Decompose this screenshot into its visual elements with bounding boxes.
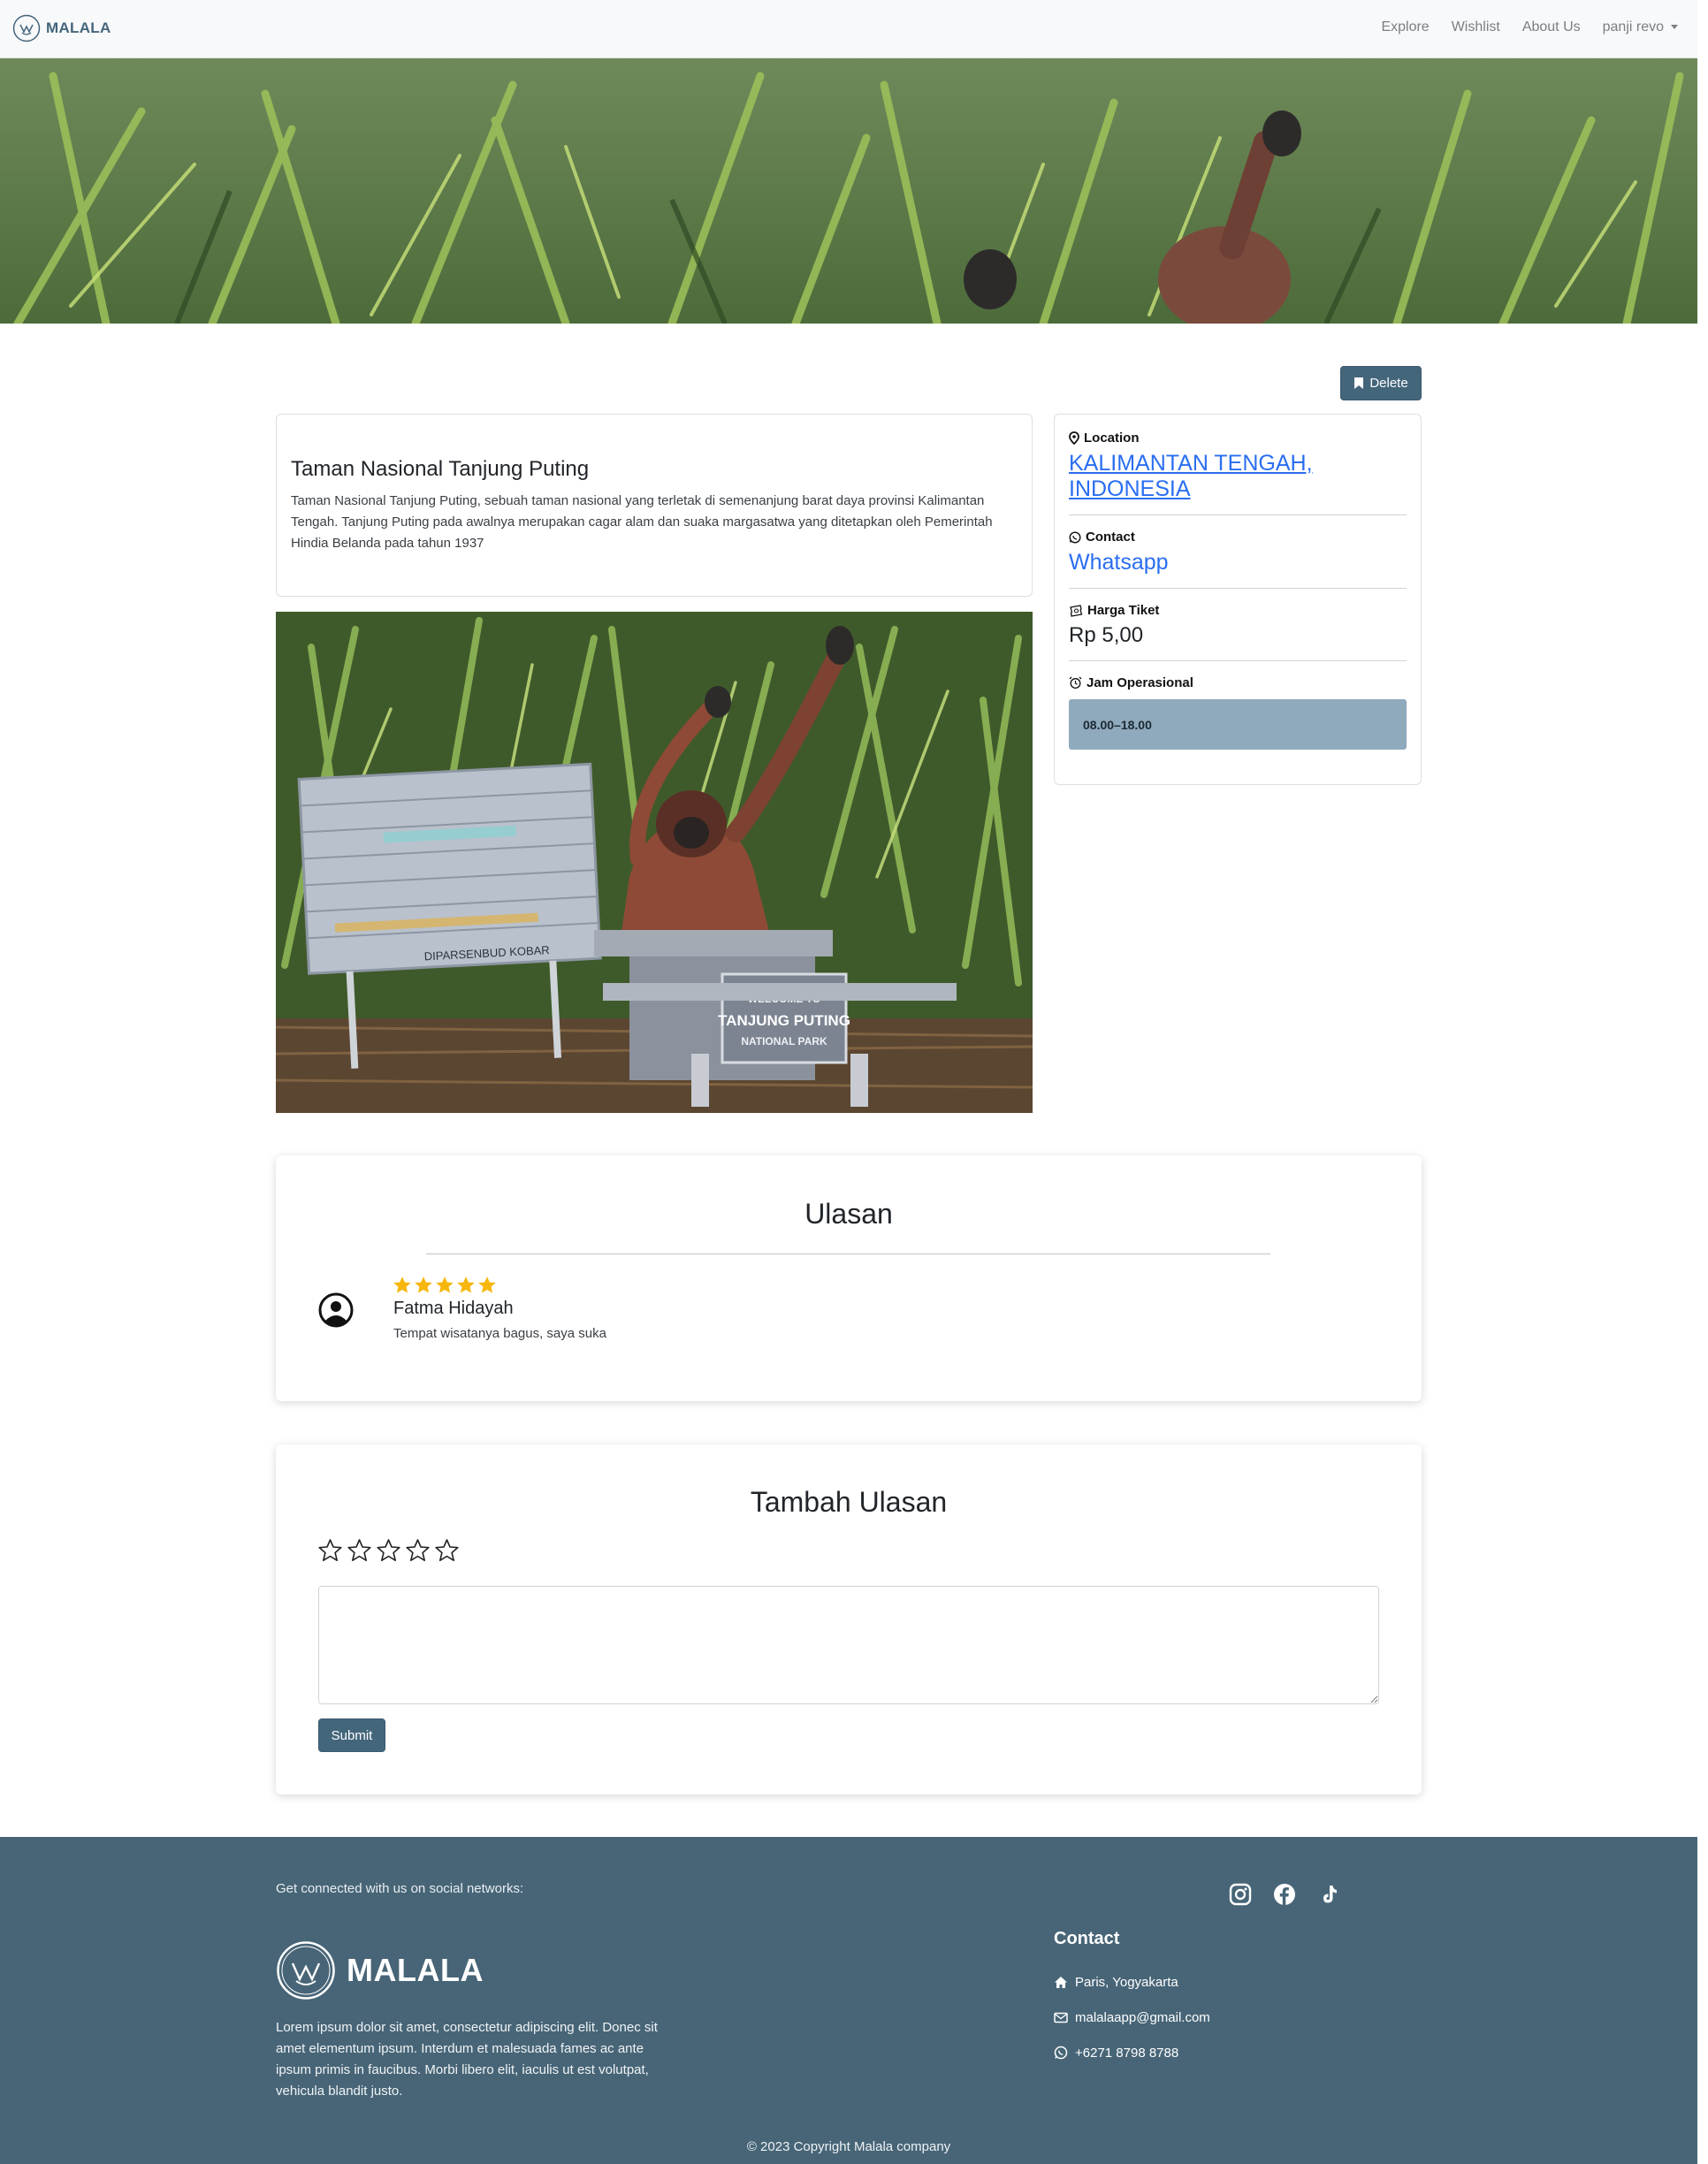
hero-banner-image [0,58,1697,324]
location-section: Location KALIMANTAN TENGAH, INDONESIA [1069,431,1407,515]
sign-line-2: TANJUNG PUTING [718,1012,850,1029]
delete-button-label: Delete [1369,376,1408,391]
nav-links: Explore Wishlist About Us panji revo [1381,19,1678,35]
user-avatar-icon [318,1292,354,1328]
star-outline-icon [347,1539,371,1561]
brand[interactable]: MALALA [12,14,111,42]
rating-star-2[interactable] [347,1538,372,1568]
delete-button[interactable]: Delete [1340,366,1422,400]
hours-value: 08.00–18.00 [1069,699,1407,750]
contact-label: Contact [1086,530,1135,545]
whatsapp-link[interactable]: Whatsapp [1069,550,1407,575]
location-link[interactable]: KALIMANTAN TENGAH, INDONESIA [1069,451,1407,502]
reviews-card: Ulasan Fatma Hidayah Tempat wisatanya ba… [276,1155,1422,1401]
rating-star-4[interactable] [405,1538,431,1568]
instagram-icon[interactable] [1229,1883,1252,1906]
tiktok-icon[interactable] [1317,1883,1340,1906]
star-filled-icon [478,1276,496,1293]
caret-down-icon [1671,25,1678,30]
bookmark-icon [1354,377,1364,389]
footer-phone[interactable]: +6271 8798 8788 [1054,2035,1210,2070]
phone-text: +6271 8798 8788 [1075,2045,1179,2061]
nav-wishlist[interactable]: Wishlist [1452,19,1500,35]
social-icons [1229,1883,1340,1906]
star-filled-icon [393,1276,411,1293]
place-description: Taman Nasional Tanjung Puting, sebuah ta… [291,493,993,551]
place-photo: DIPARSENBUD KOBAR WELCOME TO TANJUNG PUT… [276,612,1033,1113]
description-card: Taman Nasional Tanjung Puting Taman Nasi… [276,414,1033,597]
star-outline-icon [406,1539,430,1561]
reviews-divider [426,1253,1270,1254]
contact-section: Contact Whatsapp [1069,530,1407,589]
rating-star-3[interactable] [376,1538,401,1568]
user-menu-dropdown[interactable]: panji revo [1603,19,1678,35]
nav-about-us[interactable]: About Us [1522,19,1581,35]
malala-logo-icon [12,14,41,42]
copyright: © 2023 Copyright Malala company [746,2139,951,2154]
facebook-icon[interactable] [1273,1883,1296,1906]
rating-star-5[interactable] [434,1538,460,1568]
user-name: panji revo [1602,19,1664,34]
location-label: Location [1084,431,1140,446]
whatsapp-icon [1069,530,1081,544]
review-text: Tempat wisatanya bagus, saya suka [393,1326,606,1341]
review-rating [393,1276,496,1294]
footer-address: Paris, Yogyakarta [1054,1964,1210,2000]
alarm-clock-icon [1069,676,1082,689]
brand-name: MALALA [46,19,111,36]
reviewer-name: Fatma Hidayah [393,1299,514,1318]
add-review-card: Tambah Ulasan Submit [276,1444,1422,1794]
info-card: Location KALIMANTAN TENGAH, INDONESIA Co… [1054,414,1422,785]
star-filled-icon [415,1276,432,1293]
hours-label: Jam Operasional [1087,675,1193,690]
star-filled-icon [457,1276,475,1293]
footer-email[interactable]: malalaapp@gmail.com [1054,2000,1210,2035]
rating-input [317,1538,460,1568]
rating-star-1[interactable] [317,1538,343,1568]
ticket-section: Harga Tiket Rp 5,00 [1069,603,1407,661]
star-outline-icon [377,1539,400,1561]
footer-contact-title: Contact [1054,1929,1120,1948]
star-outline-icon [318,1539,342,1561]
submit-button[interactable]: Submit [318,1718,385,1752]
footer-description: Lorem ipsum dolor sit amet, consectetur … [276,2020,658,2099]
social-text: Get connected with us on social networks… [276,1881,524,1896]
navbar: MALALA Explore Wishlist About Us panji r… [0,0,1697,58]
email-text: malalaapp@gmail.com [1075,2009,1210,2025]
address-text: Paris, Yogyakarta [1075,1974,1178,1990]
star-filled-icon [436,1276,454,1293]
ticket-price: Rp 5,00 [1069,623,1144,647]
footer-brand-name: MALALA [347,1952,484,1988]
ticket-icon [1070,604,1083,617]
footer: Get connected with us on social networks… [0,1837,1697,2164]
malala-logo-icon [277,1941,335,2000]
envelope-icon [1054,2012,1068,2023]
hours-section: Jam Operasional 08.00–18.00 [1069,675,1407,762]
whatsapp-icon [1054,2046,1068,2060]
footer-brand[interactable]: MALALA [276,1940,484,2000]
home-icon [1055,1976,1067,1988]
star-outline-icon [435,1539,459,1561]
nav-explore[interactable]: Explore [1381,19,1429,35]
location-pin-icon [1069,431,1079,445]
reviews-title: Ulasan [804,1198,893,1230]
ticket-label: Harga Tiket [1087,603,1160,618]
place-title: Taman Nasional Tanjung Puting [291,457,590,481]
add-review-title: Tambah Ulasan [750,1486,948,1518]
review-textarea[interactable] [318,1586,1379,1704]
footer-contact-list: Paris, Yogyakarta malalaapp@gmail.com +6… [1054,1964,1210,2070]
sign-line-3: NATIONAL PARK [741,1035,827,1048]
